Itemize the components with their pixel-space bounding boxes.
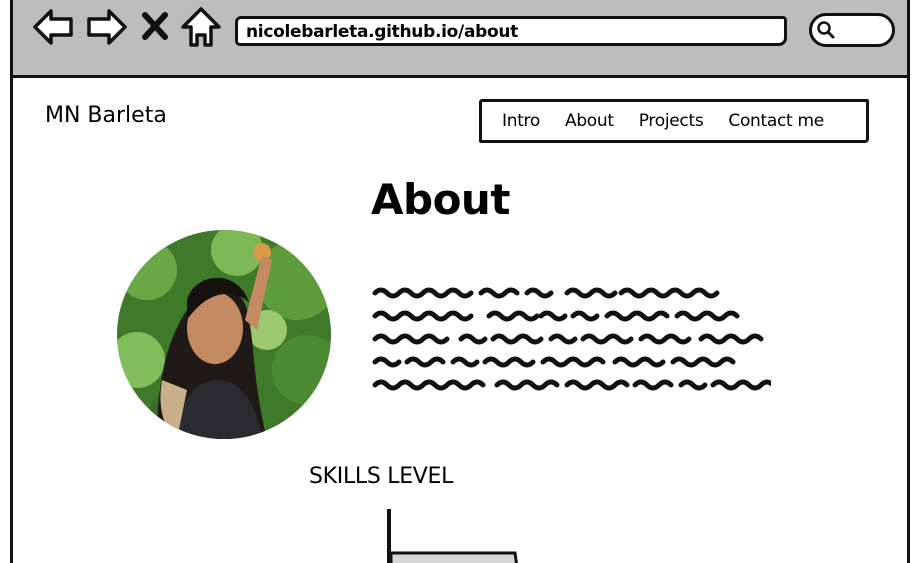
close-icon[interactable] <box>139 5 171 49</box>
nav-link-about[interactable]: About <box>565 111 614 131</box>
search-icon <box>817 21 835 39</box>
browser-search-field[interactable] <box>809 13 895 47</box>
forward-arrow-icon[interactable] <box>85 5 129 49</box>
about-description <box>371 285 776 395</box>
nav-link-intro[interactable]: Intro <box>502 111 540 131</box>
browser-window: nicolebarleta.github.io/about MN Barleta… <box>10 0 910 563</box>
browser-toolbar: nicolebarleta.github.io/about <box>13 0 907 78</box>
nav-link-contact[interactable]: Contact me <box>728 111 824 131</box>
chart-bar <box>389 551 518 563</box>
address-bar[interactable]: nicolebarleta.github.io/about <box>235 16 787 46</box>
skills-heading: SKILLS LEVEL <box>309 464 454 489</box>
back-arrow-icon[interactable] <box>31 5 75 49</box>
site-title[interactable]: MN Barleta <box>45 103 167 128</box>
page-title: About <box>371 175 510 224</box>
main-navigation: Intro About Projects Contact me <box>479 99 869 143</box>
skills-chart <box>383 507 523 563</box>
profile-photo <box>117 230 331 439</box>
nav-link-projects[interactable]: Projects <box>639 111 704 131</box>
home-icon[interactable] <box>179 5 223 49</box>
